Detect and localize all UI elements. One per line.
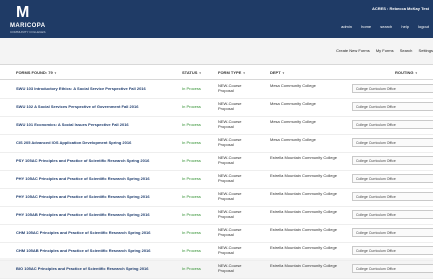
forms-table: FORMS FOUND: 79 ▾ STATUS ▾ FORM TYPE ▾ DEPT…: [0, 64, 433, 279]
form-title-link[interactable]: PHY 105AB Principles and Practice of Sci…: [16, 212, 150, 217]
table-row: SWU 102 A Social Services Perspective of…: [0, 98, 433, 117]
form-title-link[interactable]: CHM 105AB Principles and Practice of Sci…: [16, 248, 151, 253]
top-nav: admin home search help logout: [333, 24, 429, 29]
form-title-link[interactable]: SWU 103 Introductory Ethics: A Social Se…: [16, 86, 146, 91]
form-type-text: NEW-Course Proposal: [218, 173, 242, 183]
routing-select[interactable]: College Curriculum Office: [352, 228, 433, 237]
form-type-text: NEW-Course Proposal: [218, 245, 242, 255]
dept-text: Estrella Mountain Community College: [270, 155, 337, 160]
nav-logout[interactable]: logout: [418, 24, 429, 29]
form-title-link[interactable]: PHY 105AC Principles and Practice of Sci…: [16, 194, 150, 199]
form-type-text: NEW-Course Proposal: [218, 83, 242, 93]
user-line: ACRES : Rebecca McKay Test: [371, 6, 429, 11]
routing-select[interactable]: College Curriculum Office: [352, 192, 433, 201]
status-text: In Process: [182, 140, 201, 145]
status-text: In Process: [182, 248, 201, 253]
form-title-link[interactable]: SWU 101 Economics: A Social Issues Persp…: [16, 122, 129, 127]
form-type-text: NEW-Course Proposal: [218, 119, 242, 129]
col-dept[interactable]: DEPT ▾: [270, 70, 284, 75]
form-title-link[interactable]: PSY 105AC Principles and Practice of Sci…: [16, 158, 149, 163]
my-forms-link[interactable]: My Forms: [376, 48, 394, 53]
dept-text: Estrella Mountain Community College: [270, 227, 337, 232]
maricopa-logo[interactable]: M MARICOPA COMMUNITY COLLEGES: [10, 4, 70, 34]
form-type-text: NEW-Course Proposal: [218, 101, 242, 111]
nav-home[interactable]: home: [361, 24, 371, 29]
table-row: CHM 105AC Principles and Practice of Sci…: [0, 224, 433, 243]
form-type-text: NEW-Course Proposal: [218, 209, 242, 219]
form-title-link[interactable]: CHM 105AC Principles and Practice of Sci…: [16, 230, 151, 235]
form-title-link[interactable]: PHY 105AC Principles and Practice of Sci…: [16, 176, 150, 181]
status-text: In Process: [182, 86, 201, 91]
form-type-text: NEW-Course Proposal: [218, 263, 242, 273]
top-header: M MARICOPA COMMUNITY COLLEGES ACRES : Re…: [0, 0, 433, 38]
logo-subtitle: COMMUNITY COLLEGES: [10, 30, 46, 34]
col-form-type[interactable]: FORM TYPE ▾: [218, 70, 245, 75]
dept-text: Mesa Community College: [270, 137, 316, 142]
sort-arrow-icon: ▾: [415, 71, 417, 75]
sort-arrow-icon: ▾: [243, 71, 245, 75]
dept-text: Estrella Mountain Community College: [270, 245, 337, 250]
nav-admin[interactable]: admin: [341, 24, 352, 29]
table-row: SWU 103 Introductory Ethics: A Social Se…: [0, 80, 433, 99]
form-type-text: NEW-Course Proposal: [218, 227, 242, 237]
routing-select[interactable]: College Curriculum Office: [352, 264, 433, 273]
logo-mark-icon: M: [16, 4, 30, 21]
table-row: PHY 105AC Principles and Practice of Sci…: [0, 188, 433, 207]
logo-name: MARICOPA: [10, 23, 46, 29]
status-text: In Process: [182, 158, 201, 163]
dept-text: Estrella Mountain Community College: [270, 209, 337, 214]
form-type-text: NEW-Course Proposal: [218, 137, 242, 147]
routing-select[interactable]: College Curriculum Office: [352, 246, 433, 255]
nav-help[interactable]: help: [401, 24, 409, 29]
dept-text: Mesa Community College: [270, 101, 316, 106]
table-row: CIS 205 Advanced IOS Application Develop…: [0, 134, 433, 153]
routing-select[interactable]: College Curriculum Office: [352, 102, 433, 111]
routing-select[interactable]: College Curriculum Office: [352, 174, 433, 183]
dept-text: Estrella Mountain Community College: [270, 263, 337, 268]
table-row: PSY 105AC Principles and Practice of Sci…: [0, 152, 433, 171]
status-text: In Process: [182, 230, 201, 235]
table-row: PHY 105AB Principles and Practice of Sci…: [0, 206, 433, 225]
routing-select[interactable]: College Curriculum Office: [352, 210, 433, 219]
sort-arrow-icon: ▾: [54, 71, 57, 75]
table-row: PHY 105AC Principles and Practice of Sci…: [0, 170, 433, 189]
col-routing[interactable]: ROUTING ▾: [395, 70, 417, 75]
form-actions: Create New Forms My Forms Search Setting…: [331, 48, 433, 53]
sort-arrow-icon: ▾: [282, 71, 285, 75]
sort-arrow-icon: ▾: [199, 71, 201, 75]
create-new-forms-link[interactable]: Create New Forms: [336, 48, 370, 53]
status-text: In Process: [182, 104, 201, 109]
table-row: BIO 105AC Principles and Practice of Sci…: [0, 260, 433, 279]
dept-text: Estrella Mountain Community College: [270, 173, 337, 178]
status-text: In Process: [182, 194, 201, 199]
form-title-link[interactable]: BIO 105AC Principles and Practice of Sci…: [16, 266, 149, 271]
dept-text: Estrella Mountain Community College: [270, 191, 337, 196]
form-type-text: NEW-Course Proposal: [218, 191, 242, 201]
status-text: In Process: [182, 122, 201, 127]
status-text: In Process: [182, 212, 201, 217]
settings-link[interactable]: Settings: [419, 48, 433, 53]
table-row: CHM 105AB Principles and Practice of Sci…: [0, 242, 433, 261]
dept-text: Mesa Community College: [270, 83, 316, 88]
table-row: SWU 101 Economics: A Social Issues Persp…: [0, 116, 433, 135]
routing-select[interactable]: College Curriculum Office: [352, 120, 433, 129]
col-status[interactable]: STATUS ▾: [182, 70, 201, 75]
nav-search[interactable]: search: [380, 24, 392, 29]
form-title-link[interactable]: SWU 102 A Social Services Perspective of…: [16, 104, 138, 109]
routing-select[interactable]: College Curriculum Office: [352, 138, 433, 147]
status-text: In Process: [182, 176, 201, 181]
routing-select[interactable]: College Curriculum Office: [352, 84, 433, 93]
dept-text: Mesa Community College: [270, 119, 316, 124]
search-link[interactable]: Search: [400, 48, 413, 53]
form-title-link[interactable]: CIS 205 Advanced IOS Application Develop…: [16, 140, 131, 145]
form-type-text: NEW-Course Proposal: [218, 155, 242, 165]
status-text: In Process: [182, 266, 201, 271]
routing-select[interactable]: College Curriculum Office: [352, 156, 433, 165]
col-forms-found[interactable]: FORMS FOUND: 79 ▾: [16, 70, 56, 75]
